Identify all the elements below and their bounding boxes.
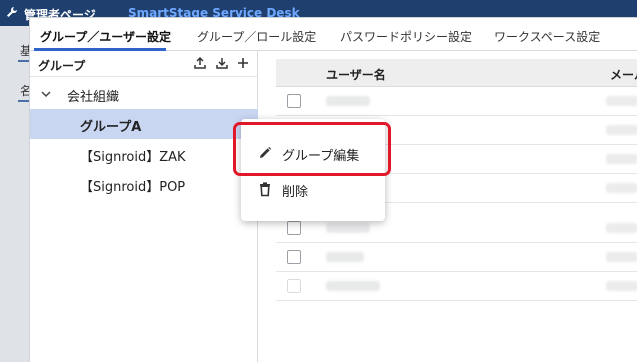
tree-node-label: 【Signroid】ZAK — [80, 150, 186, 165]
blurred-email — [606, 154, 637, 164]
trash-icon — [260, 182, 270, 197]
upload-icon[interactable] — [193, 56, 207, 70]
tree-node-signroid-pop[interactable]: 【Signroid】POP — [30, 169, 258, 199]
annotation-highlight-frame — [233, 122, 391, 176]
blurred-username — [326, 252, 364, 262]
row-checkbox[interactable] — [287, 94, 301, 108]
blurred-email — [606, 281, 637, 291]
tab-group-role-settings[interactable]: グループ／ロール設定 — [197, 28, 316, 45]
table-row[interactable] — [276, 272, 637, 301]
column-username[interactable]: ユーザー名 — [326, 66, 386, 83]
delete-label: 削除 — [282, 185, 309, 200]
group-panel-title: グループ — [38, 59, 86, 73]
blurred-username — [326, 96, 370, 106]
tab-workspace-settings[interactable]: ワークスペース設定 — [494, 28, 600, 45]
table-row[interactable] — [276, 87, 637, 116]
group-panel: グループ 会社組織 グループA 【Signroid】ZAK 【Signroid】… — [30, 51, 258, 362]
row-checkbox[interactable] — [287, 221, 301, 235]
blurred-username — [326, 281, 380, 291]
table-row[interactable] — [276, 243, 637, 272]
tree-node-group-a[interactable]: グループA — [30, 109, 258, 139]
chevron-down-icon[interactable] — [40, 88, 52, 100]
tree-node-label: グループA — [80, 120, 142, 135]
wrench-icon — [7, 7, 17, 17]
delete-menu-item[interactable]: 削除 — [241, 172, 385, 206]
tree-node-company[interactable]: 会社組織 — [30, 79, 258, 109]
blurred-email — [606, 183, 637, 193]
row-checkbox[interactable] — [287, 250, 301, 264]
tree-node-signroid-zak[interactable]: 【Signroid】ZAK — [30, 139, 258, 169]
tab-group-user-settings[interactable]: グループ／ユーザー設定 — [40, 28, 171, 45]
blurred-email — [606, 252, 637, 262]
row-checkbox[interactable] — [287, 279, 301, 293]
blurred-email — [606, 125, 637, 135]
tree-node-label: 【Signroid】POP — [80, 180, 186, 195]
blurred-email — [606, 96, 637, 106]
group-panel-header: グループ — [30, 51, 258, 77]
user-table-header: ユーザー名 メール — [276, 59, 637, 87]
tree-node-label: 会社組織 — [67, 90, 120, 105]
tab-password-policy[interactable]: パスワードポリシー設定 — [340, 28, 472, 45]
blurred-username — [326, 223, 370, 233]
plus-icon[interactable] — [236, 56, 250, 70]
download-icon[interactable] — [215, 56, 229, 70]
blurred-email — [606, 223, 637, 233]
column-email[interactable]: メール — [610, 66, 637, 83]
tab-bar: グループ／ユーザー設定 グループ／ロール設定 パスワードポリシー設定 ワークスペ… — [30, 18, 637, 51]
